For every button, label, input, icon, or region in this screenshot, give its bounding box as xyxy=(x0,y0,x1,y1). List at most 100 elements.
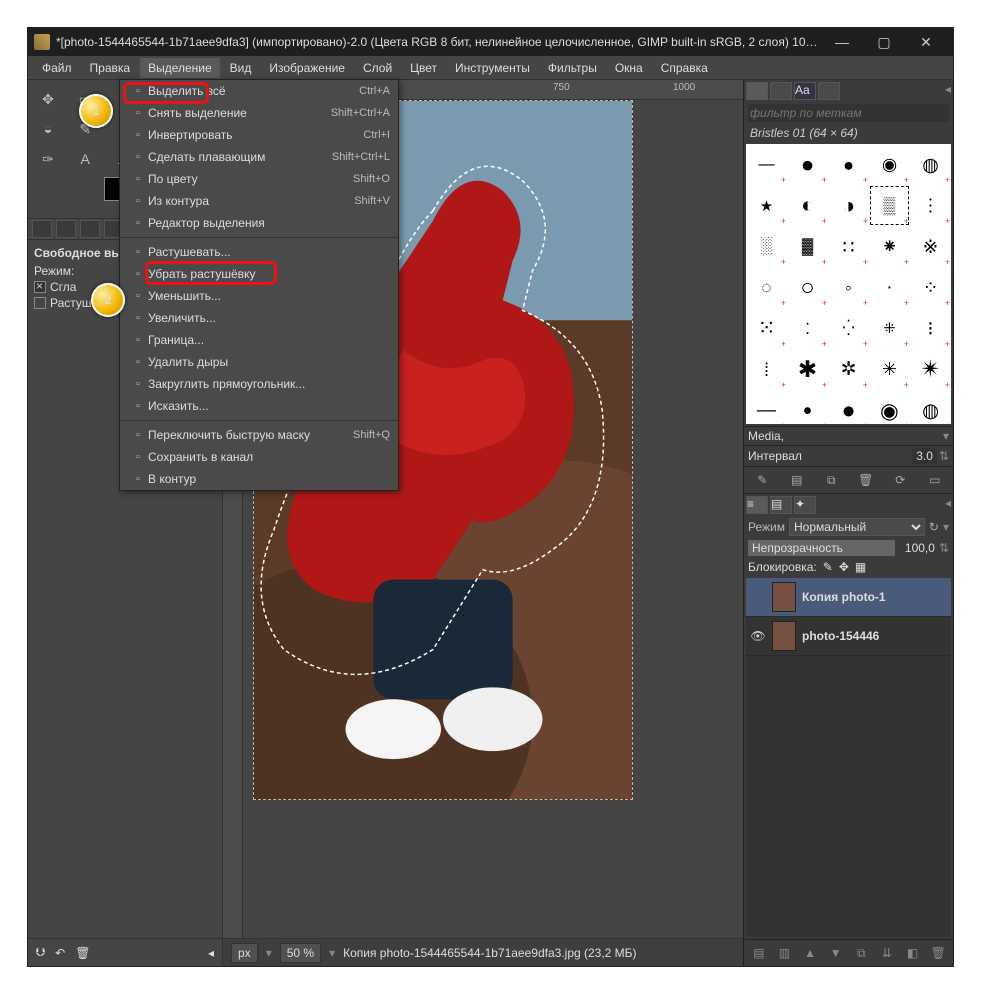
tab-fonts[interactable]: Aa xyxy=(794,82,816,100)
brush-swatch[interactable]: ░+ xyxy=(746,226,787,267)
undo-icon[interactable]: ↶ xyxy=(55,946,65,960)
new-layer-icon[interactable]: ▤ xyxy=(748,944,770,962)
brush-swatch[interactable]: ★+ xyxy=(746,185,787,226)
menu-item[interactable]: ▫Увеличить... xyxy=(120,307,398,329)
brush-swatch[interactable]: ◍+ xyxy=(910,144,951,185)
feather-checkbox[interactable] xyxy=(34,297,46,309)
menu-item[interactable]: ▫Граница... xyxy=(120,329,398,351)
tab-tool-options[interactable] xyxy=(32,220,52,238)
move-tool-icon[interactable]: ✥ xyxy=(34,86,62,112)
menu-item[interactable]: ▫Из контураShift+V xyxy=(120,190,398,212)
edit-brush-icon[interactable]: ✎ xyxy=(748,471,777,489)
brush-swatch[interactable]: ⁞+ xyxy=(746,349,787,390)
menu-view[interactable]: Вид xyxy=(222,58,260,78)
brush-swatch[interactable]: ※+ xyxy=(910,226,951,267)
menu-item[interactable]: ▫Сделать плавающимShift+Ctrl+L xyxy=(120,146,398,168)
brush-swatch[interactable]: ◌+ xyxy=(746,267,787,308)
interval-value[interactable]: 3.0 xyxy=(912,448,937,464)
chevron-down-icon[interactable]: ▾ xyxy=(943,429,949,443)
brush-filter-input[interactable] xyxy=(748,104,949,122)
menu-item[interactable]: ▫Удалить дыры xyxy=(120,351,398,373)
brush-swatch[interactable]: ▓+ xyxy=(787,226,828,267)
brush-swatch[interactable]: ⁙+ xyxy=(746,308,787,349)
brush-swatch[interactable]: ●+ xyxy=(828,390,869,424)
dup-layer-icon[interactable]: ⧉ xyxy=(851,944,873,962)
antialias-checkbox[interactable] xyxy=(34,281,46,293)
brush-swatch[interactable]: ∷+ xyxy=(828,226,869,267)
brush-swatch[interactable]: ⁜+ xyxy=(869,308,910,349)
lock-pixels-icon[interactable]: ✎ xyxy=(823,560,833,574)
opacity-slider[interactable]: Непрозрачность xyxy=(748,540,895,556)
menu-item[interactable]: ▫Редактор выделения xyxy=(120,212,398,234)
brush-swatch[interactable]: ●+ xyxy=(787,390,828,424)
menu-tools[interactable]: Инструменты xyxy=(447,58,538,78)
tab-brushes[interactable] xyxy=(746,82,768,100)
brush-swatch[interactable]: ✱+ xyxy=(787,349,828,390)
bucket-tool-icon[interactable]: ◒ xyxy=(34,116,62,142)
blend-mode-select[interactable]: Нормальный xyxy=(789,518,925,536)
brush-swatch[interactable]: ⁝+ xyxy=(910,308,951,349)
brush-swatch[interactable]: ⁘+ xyxy=(910,267,951,308)
menu-colors[interactable]: Цвет xyxy=(402,58,445,78)
tab-undo-history[interactable] xyxy=(80,220,100,238)
brush-swatch[interactable]: ⁛+ xyxy=(828,308,869,349)
refresh-brush-icon[interactable]: ⟳ xyxy=(886,471,915,489)
tab-patterns[interactable] xyxy=(770,82,792,100)
layer-item[interactable]: 👁 photo-154446 xyxy=(746,617,951,656)
menu-item[interactable]: ▫Растушевать... xyxy=(120,241,398,263)
visibility-toggle-icon[interactable]: 👁 xyxy=(750,629,766,643)
dup-brush-icon[interactable]: ⧉ xyxy=(817,471,846,489)
menu-item[interactable]: ▫Переключить быструю маскуShift+Q xyxy=(120,424,398,446)
maximize-button[interactable]: ▢ xyxy=(863,28,905,56)
close-button[interactable]: ✕ xyxy=(905,28,947,56)
menu-item[interactable]: ▫Сохранить в канал xyxy=(120,446,398,468)
lower-layer-icon[interactable]: ▼ xyxy=(825,944,847,962)
panel-menu-icon[interactable]: ◂ xyxy=(945,82,951,100)
brush-swatch[interactable]: ◦+ xyxy=(828,267,869,308)
brush-swatch[interactable]: ◍+ xyxy=(910,390,951,424)
reset-icon[interactable]: ◂ xyxy=(208,946,214,960)
brush-swatch[interactable]: ●+ xyxy=(828,144,869,185)
brush-swatch[interactable]: ⁚+ xyxy=(787,308,828,349)
layer-name[interactable]: photo-154446 xyxy=(802,629,947,643)
menu-edit[interactable]: Правка xyxy=(82,58,139,78)
del-brush-icon[interactable]: 🗑 xyxy=(852,471,881,489)
brush-swatch[interactable]: —+ xyxy=(746,144,787,185)
new-brush-icon[interactable]: ▤ xyxy=(783,471,812,489)
brush-swatch[interactable]: ●+ xyxy=(787,144,828,185)
tab-history[interactable] xyxy=(818,82,840,100)
path-tool-icon[interactable]: ✑ xyxy=(34,146,62,172)
menu-select[interactable]: Выделение xyxy=(140,58,220,78)
tab-layers[interactable]: ≡ xyxy=(746,496,768,514)
brush-swatch[interactable]: ✳+ xyxy=(869,349,910,390)
menu-file[interactable]: Файл xyxy=(34,58,80,78)
reset-mode-icon[interactable]: ↻ xyxy=(929,520,939,534)
brush-swatch[interactable]: ◐+ xyxy=(787,185,828,226)
merge-layer-icon[interactable]: ⇊ xyxy=(876,944,898,962)
brush-swatch[interactable]: —+ xyxy=(746,390,787,424)
menu-help[interactable]: Справка xyxy=(653,58,716,78)
brush-swatch[interactable]: ◑+ xyxy=(828,185,869,226)
zoom-selector[interactable]: 50 % xyxy=(280,943,321,963)
brush-swatch[interactable]: ⋮+ xyxy=(910,185,951,226)
menu-layer[interactable]: Слой xyxy=(355,58,400,78)
mask-layer-icon[interactable]: ◧ xyxy=(902,944,924,962)
brush-swatch[interactable]: ✲+ xyxy=(828,349,869,390)
brush-swatch[interactable]: ○+ xyxy=(787,267,828,308)
opacity-value[interactable]: 100,0 xyxy=(899,541,935,555)
layer-item[interactable]: Копия photo-1 xyxy=(746,578,951,617)
menu-item[interactable]: ▫По цветуShift+O xyxy=(120,168,398,190)
tab-device-status[interactable] xyxy=(56,220,76,238)
minimize-button[interactable]: — xyxy=(821,28,863,56)
panel-menu-icon[interactable]: ◂ xyxy=(945,496,951,514)
delete-icon[interactable]: 🗑 xyxy=(75,946,90,960)
menu-item[interactable]: ▫Закруглить прямоугольник... xyxy=(120,373,398,395)
menu-item[interactable]: ▫Снять выделениеShift+Ctrl+A xyxy=(120,102,398,124)
tab-channels[interactable]: ▤ xyxy=(770,496,792,514)
menu-filters[interactable]: Фильтры xyxy=(540,58,605,78)
menu-item[interactable]: ▫Выделить всёCtrl+A xyxy=(120,80,398,102)
brush-swatch[interactable]: ▒+ xyxy=(869,185,910,226)
menu-item[interactable]: ▫Уменьшить... xyxy=(120,285,398,307)
raise-layer-icon[interactable]: ▲ xyxy=(799,944,821,962)
menu-item[interactable]: ▫ИнвертироватьCtrl+I xyxy=(120,124,398,146)
